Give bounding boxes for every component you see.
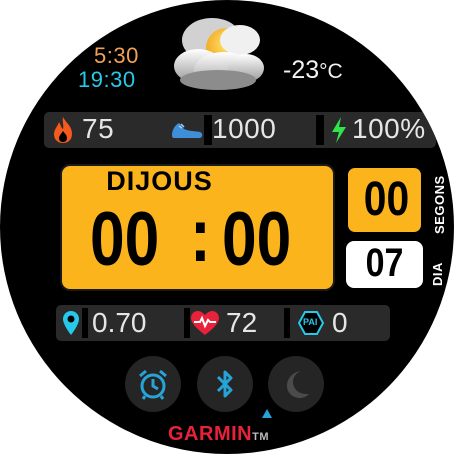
partly-cloudy-icon: [168, 10, 272, 94]
sunrise-time: 5:30: [94, 43, 139, 68]
sun-times: 5:30 19:30: [78, 44, 168, 92]
calories-value: 75: [82, 113, 115, 144]
moon-icon: [281, 368, 311, 405]
flame-icon: [52, 116, 74, 149]
day-panel: 07: [346, 241, 423, 288]
alarm-button[interactable]: [125, 356, 181, 412]
activity-stats-bar: 75 1000 100%: [44, 112, 436, 148]
temperature-unit: °C: [319, 60, 343, 83]
health-stats-bar: 0.70 72 PAI 0: [56, 305, 390, 341]
pai-icon: PAI: [297, 311, 325, 340]
bluetooth-icon: [213, 368, 237, 405]
hours: 00: [90, 197, 160, 282]
brand-name: GARMIN: [168, 423, 253, 445]
pai-value: 0: [332, 307, 348, 338]
distance-bar: [82, 308, 88, 338]
day-value: 07: [365, 241, 404, 285]
brand-logo: GARMINTM: [168, 423, 269, 446]
seconds-value: 00: [363, 173, 410, 226]
brand-triangle: [262, 409, 272, 418]
minutes: 00: [222, 197, 292, 282]
distance-value: 0.70: [92, 307, 147, 338]
time-panel: DIJOUS 00 : 00: [60, 164, 335, 291]
temperature: -23°C: [283, 56, 343, 85]
location-pin-icon: [62, 310, 80, 341]
brand-trademark: TM: [252, 431, 269, 443]
seconds-panel: 00: [346, 166, 423, 234]
weekday-label: DIJOUS: [106, 166, 213, 196]
lightning-icon: [330, 116, 348, 149]
time-separator: :: [190, 193, 211, 278]
pai-bar: [284, 308, 290, 338]
alarm-clock-icon: [137, 368, 169, 405]
battery-bar: [316, 115, 324, 145]
battery-value: 100%: [352, 113, 426, 144]
day-label: DIA: [430, 262, 445, 286]
shoe-icon: [170, 120, 204, 145]
pai-label: PAI: [303, 317, 318, 327]
steps-bar: [204, 115, 212, 145]
temperature-value: -23: [283, 56, 320, 84]
seconds-label: SEGONS: [432, 175, 447, 234]
do-not-disturb-button[interactable]: [268, 356, 324, 412]
heart-rate-value: 72: [226, 307, 258, 338]
heart-rate-icon: [190, 310, 220, 341]
sunset-time: 19:30: [78, 67, 136, 92]
watch-face: 5:30 19:30 -23°C 75 1000 100% DIJOUS 00 …: [0, 0, 454, 454]
bluetooth-button[interactable]: [197, 356, 253, 412]
steps-value: 1000: [212, 113, 277, 144]
